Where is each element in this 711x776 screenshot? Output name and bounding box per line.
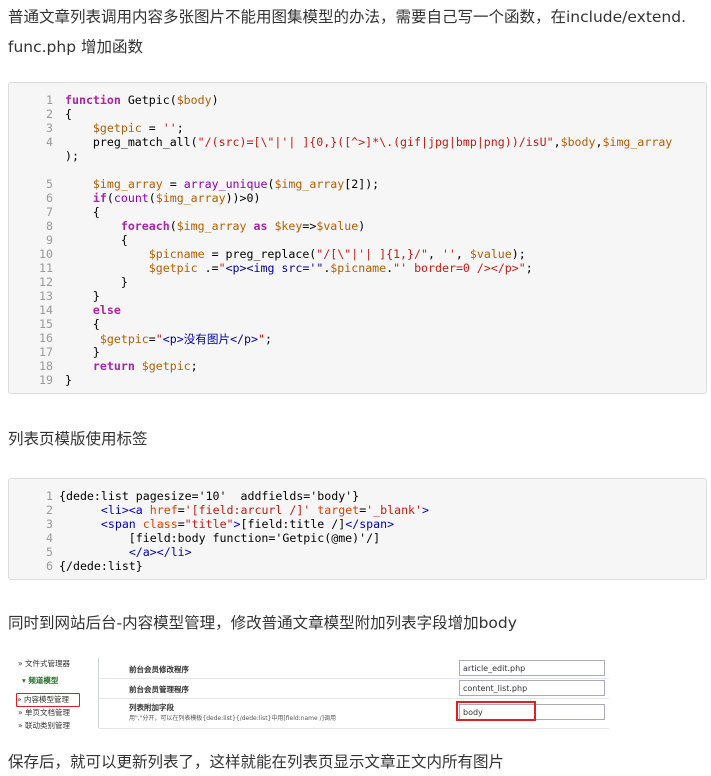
line-number: 11 bbox=[39, 261, 53, 275]
line-number: 2 bbox=[46, 107, 53, 121]
code-line: [field:body function='Getpic(@me)'/] bbox=[59, 531, 381, 545]
code-line: { bbox=[65, 317, 100, 331]
line-number: 5 bbox=[46, 545, 53, 559]
row-label: 列表附加字段 bbox=[129, 703, 174, 712]
code-line: return $getpic; bbox=[92, 359, 198, 373]
line-number: 3 bbox=[46, 517, 53, 531]
code-line: $getpic .="<p><img src='".$picname."' bo… bbox=[148, 261, 533, 275]
sidebar-item-linkage: » 联动类别管理 bbox=[18, 721, 70, 730]
line-number: 6 bbox=[46, 191, 53, 205]
line-number: 2 bbox=[46, 503, 53, 517]
code-line: if(count($img_array))>0) bbox=[92, 191, 261, 205]
admin-sidebar: » 文件式管理器 ▾ 频道模型 » 内容模型管理 » 单页文档管理 » 联动类别… bbox=[14, 654, 98, 730]
admin-form-table: 前台会员修改程序 article_edit.php 前台会员管理程序 conte… bbox=[98, 658, 609, 729]
sidebar-item-file-manager: » 文件式管理器 bbox=[18, 659, 70, 668]
code-line: } bbox=[65, 373, 72, 387]
code-line: function Getpic($body) bbox=[65, 93, 219, 107]
highlight-box bbox=[456, 701, 536, 721]
code-block-getpic[interactable]: 1 2 3 4 5 6 7 8 9 10 11 12 13 14 15 16 1… bbox=[8, 82, 707, 394]
code-line: $picname = preg_replace("/[\"|'| ]{1,}/"… bbox=[148, 247, 526, 261]
code-line: <li><a href='[field:arcurl /]' target='_… bbox=[100, 503, 429, 517]
sidebar-item-content-model: » 内容模型管理 bbox=[16, 693, 80, 707]
code-line: ); bbox=[65, 149, 79, 163]
line-number: 3 bbox=[46, 121, 53, 135]
sidebar-item-channel-model: ▾ 频道模型 bbox=[22, 676, 59, 685]
code-line: } bbox=[65, 345, 100, 359]
code-line: foreach($img_array as $key=>$value) bbox=[120, 219, 366, 233]
code-line: $img_array = array_unique($img_array[2])… bbox=[92, 177, 380, 191]
code-block-template[interactable]: 1 2 3 4 5 6 {dede:list pagesize='10' add… bbox=[8, 478, 707, 580]
line-number: 1 bbox=[46, 93, 53, 107]
code-line: { bbox=[65, 233, 128, 247]
table-row: 前台会员管理程序 content_list.php bbox=[99, 678, 609, 699]
line-number: 8 bbox=[46, 219, 53, 233]
line-number: 15 bbox=[39, 317, 53, 331]
para-template-tag: 列表页模版使用标签 bbox=[8, 430, 148, 448]
para-backend-steps: 同时到网站后台-内容模型管理，修改普通文章模型附加列表字段增加body bbox=[8, 614, 517, 632]
line-number: 7 bbox=[46, 205, 53, 219]
row-label: 前台会员管理程序 bbox=[129, 685, 189, 694]
line-number: 9 bbox=[46, 233, 53, 247]
line-number: 16 bbox=[39, 331, 53, 345]
table-row: 列表附加字段 用","分开，可以在列表模板{dede:list}{/dede:l… bbox=[99, 698, 609, 729]
code-line: {dede:list pagesize='10' addfields='body… bbox=[59, 489, 360, 503]
line-number: 5 bbox=[46, 177, 53, 191]
line-number: 12 bbox=[39, 275, 53, 289]
line-number: 10 bbox=[39, 247, 53, 261]
row-label: 前台会员修改程序 bbox=[129, 665, 189, 674]
manage-program-input[interactable]: content_list.php bbox=[459, 680, 605, 696]
para-conclusion: 保存后，就可以更新列表了，这样就能在列表页显示文章正文内所有图片 bbox=[8, 753, 505, 771]
row-note: 用","分开，可以在列表模板{dede:list}{/dede:list}中用[… bbox=[129, 715, 336, 722]
code-line: } bbox=[65, 289, 100, 303]
code-line: {/dede:list} bbox=[59, 559, 143, 573]
line-number: 18 bbox=[39, 359, 53, 373]
line-number: 6 bbox=[46, 559, 53, 573]
line-number: 13 bbox=[39, 289, 53, 303]
line-number: 19 bbox=[39, 373, 53, 387]
code-line: <span class="title">[field:title /]</spa… bbox=[100, 517, 395, 531]
admin-screenshot: » 文件式管理器 ▾ 频道模型 » 内容模型管理 » 单页文档管理 » 联动类别… bbox=[14, 654, 609, 730]
intro-line-1: 普通文章列表调用内容多张图片不能用图集模型的办法，需要自己写一个函数，在incl… bbox=[8, 8, 687, 26]
code-line: { bbox=[65, 107, 72, 121]
code-line: $getpic = ''; bbox=[92, 121, 184, 135]
code-line: } bbox=[65, 275, 128, 289]
intro-paragraph: 普通文章列表调用内容多张图片不能用图集模型的办法，需要自己写一个函数，在incl… bbox=[8, 4, 708, 60]
table-row: 前台会员修改程序 article_edit.php bbox=[99, 658, 609, 679]
code-line: preg_match_all("/(src)=[\"|'| ]{0,}([^>]… bbox=[65, 135, 673, 149]
line-number: 4 bbox=[46, 531, 53, 545]
edit-program-input[interactable]: article_edit.php bbox=[459, 660, 605, 676]
line-number: 17 bbox=[39, 345, 53, 359]
code-line: { bbox=[65, 205, 100, 219]
line-number: 14 bbox=[39, 303, 53, 317]
code-line: else bbox=[92, 303, 121, 317]
line-number: 4 bbox=[46, 135, 53, 149]
sidebar-item-single-page: » 单页文档管理 bbox=[18, 708, 70, 717]
intro-line-2: func.php 增加函数 bbox=[8, 38, 143, 56]
line-number: 1 bbox=[46, 489, 53, 503]
code-line: </a></li> bbox=[128, 545, 192, 559]
